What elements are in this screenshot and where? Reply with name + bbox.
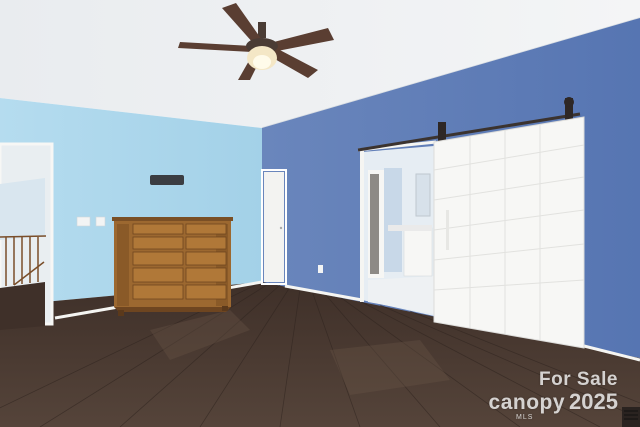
outlet-plate xyxy=(95,216,106,227)
wall-outlet xyxy=(318,265,323,273)
wall-sign xyxy=(150,175,184,185)
light-switch-plate xyxy=(76,216,91,227)
hallway-floor xyxy=(0,282,45,330)
watermark-brand: canopy xyxy=(488,391,566,414)
watermark-year: 2025 xyxy=(569,389,618,414)
watermark-mls: MLS xyxy=(516,414,534,421)
room-scene xyxy=(0,0,640,427)
wooden-dresser xyxy=(112,217,233,316)
bedroom-photo: For Sale canopy 2025 MLS xyxy=(0,0,640,427)
watermark-for-sale: For Sale xyxy=(539,369,618,390)
floor-vent xyxy=(622,407,640,427)
watermark-brand-line: canopy 2025 xyxy=(458,389,618,414)
listing-watermark: For Sale canopy 2025 MLS xyxy=(458,369,618,421)
barn-door[interactable] xyxy=(433,116,585,349)
bathroom-doorway xyxy=(362,146,434,316)
